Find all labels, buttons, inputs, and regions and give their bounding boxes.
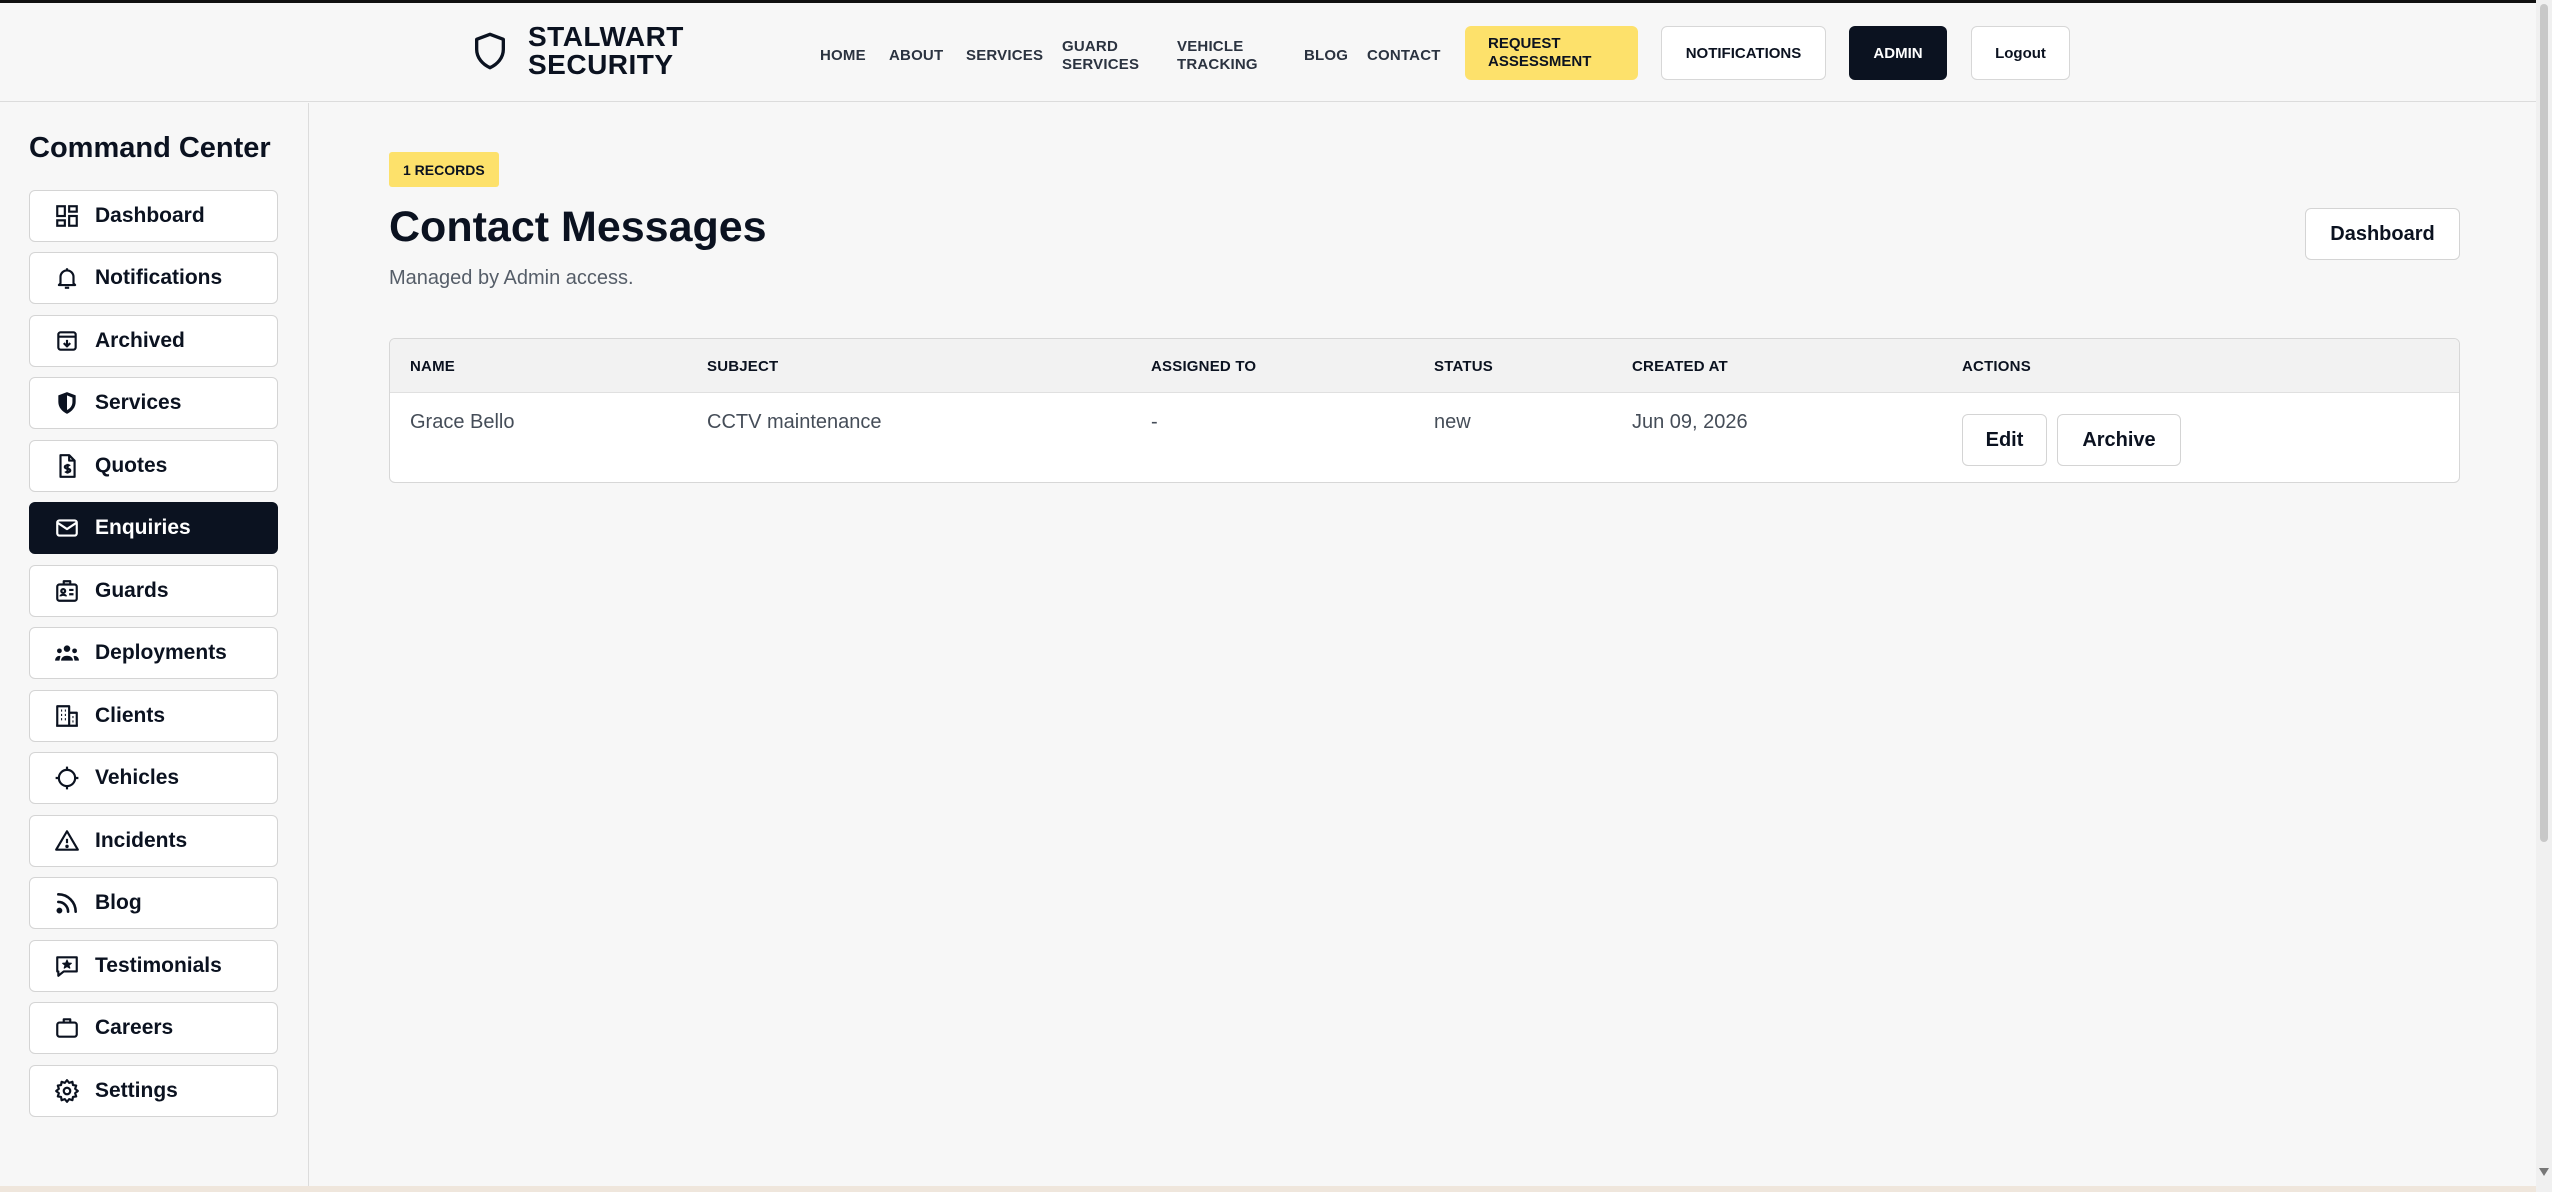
sidebar-item-notifications[interactable]: Notifications [29, 252, 278, 304]
bell-icon [57, 268, 77, 289]
nav-item-services[interactable]: SERVICES [966, 31, 1043, 81]
id-badge-icon [56, 580, 78, 602]
sidebar-item-blog[interactable]: Blog [29, 877, 278, 929]
sidebar-item-label: Guards [95, 579, 169, 602]
cell-status: new [1434, 411, 1471, 433]
sidebar-item-label: Careers [95, 1016, 174, 1039]
edit-button[interactable]: Edit [1962, 414, 2047, 466]
nav-guard-services-link[interactable]: GUARD SERVICES [1062, 38, 1152, 74]
cell-assigned-to: - [1151, 411, 1158, 433]
sidebar-item-quotes[interactable]: Quotes [29, 440, 278, 492]
column-header-assigned-to: ASSIGNED TO [1151, 357, 1257, 375]
page-title: Contact Messages [389, 203, 767, 251]
users-icon [55, 645, 79, 661]
sidebar: Command Center Dashboard Notifications A… [0, 103, 309, 1186]
brand-logo[interactable]: STALWART SECURITY [470, 23, 684, 79]
sidebar-item-label: Notifications [95, 266, 223, 289]
brand-line-2: SECURITY [528, 49, 674, 80]
mail-icon [56, 519, 78, 537]
scroll-down-arrow-icon[interactable] [2539, 1168, 2549, 1176]
warning-icon [55, 830, 79, 851]
cell-name: Grace Bello [410, 411, 515, 433]
sidebar-item-label: Services [95, 391, 182, 414]
shield-icon [58, 392, 76, 414]
nav-vehicle-tracking-link[interactable]: VEHICLE TRACKING [1177, 38, 1267, 74]
sidebar-item-careers[interactable]: Careers [29, 1002, 278, 1054]
sidebar-item-label: Dashboard [95, 204, 205, 227]
archive-icon [57, 331, 77, 351]
sidebar-item-enquiries[interactable]: Enquiries [29, 502, 278, 554]
crosshair-icon [55, 766, 79, 790]
sidebar-item-clients[interactable]: Clients [29, 690, 278, 742]
sidebar-item-label: Archived [95, 329, 185, 352]
sidebar-item-label: Quotes [95, 454, 168, 477]
sidebar-item-vehicles[interactable]: Vehicles [29, 752, 278, 804]
sidebar-item-label: Vehicles [95, 766, 180, 789]
brand-line-1: STALWART [528, 21, 684, 52]
brand-name: STALWART SECURITY [528, 23, 684, 79]
sidebar-item-label: Settings [95, 1079, 178, 1102]
sidebar-item-label: Testimonials [95, 954, 222, 977]
star-message-icon [56, 956, 78, 977]
nav-item-home[interactable]: HOME [820, 31, 866, 81]
sidebar-item-label: Clients [95, 704, 166, 727]
briefcase-icon [56, 1018, 78, 1038]
sidebar-item-deployments[interactable]: Deployments [29, 627, 278, 679]
dashboard-button[interactable]: Dashboard [2305, 208, 2460, 260]
nav-blog-link[interactable]: BLOG [1304, 47, 1348, 65]
page-subtitle: Managed by Admin access. [389, 267, 634, 289]
sidebar-item-label: Enquiries [95, 516, 191, 539]
shield-icon [475, 32, 505, 70]
column-header-name: NAME [410, 357, 455, 375]
nav-item-vehicle-tracking[interactable]: VEHICLE TRACKING [1177, 31, 1267, 81]
sidebar-item-label: Incidents [95, 829, 188, 852]
sidebar-item-guards[interactable]: Guards [29, 565, 278, 617]
page-scrollbar[interactable] [2536, 0, 2552, 1192]
sidebar-item-label: Deployments [95, 641, 227, 664]
column-header-status: STATUS [1434, 357, 1493, 375]
dashboard-icon [56, 205, 78, 227]
sidebar-item-services[interactable]: Services [29, 377, 278, 429]
nav-item-guard-services[interactable]: GUARD SERVICES [1062, 31, 1152, 81]
sidebar-title: Command Center [29, 132, 271, 164]
sidebar-item-testimonials[interactable]: Testimonials [29, 940, 278, 992]
rss-icon [56, 893, 77, 914]
sidebar-item-dashboard[interactable]: Dashboard [29, 190, 278, 242]
logout-button[interactable]: Logout [1971, 26, 2070, 80]
bottom-edge [0, 1186, 2536, 1192]
admin-button[interactable]: ADMIN [1849, 26, 1947, 80]
sidebar-item-label: Blog [95, 891, 142, 914]
nav-home-link[interactable]: HOME [820, 47, 866, 65]
nav-item-contact[interactable]: CONTACT [1367, 31, 1441, 81]
notifications-button[interactable]: NOTIFICATIONS [1661, 26, 1826, 80]
building-icon [56, 705, 78, 727]
archive-button[interactable]: Archive [2057, 414, 2181, 466]
nav-item-blog[interactable]: BLOG [1304, 31, 1348, 81]
nav-about-link[interactable]: ABOUT [889, 47, 943, 65]
records-count-badge: 1 RECORDS [389, 152, 499, 187]
scrollbar-thumb[interactable] [2540, 4, 2548, 842]
nav-item-about[interactable]: ABOUT [889, 31, 943, 81]
messages-table: NAME SUBJECT ASSIGNED TO STATUS CREATED … [389, 338, 2460, 483]
sidebar-item-incidents[interactable]: Incidents [29, 815, 278, 867]
cell-subject: CCTV maintenance [707, 411, 882, 433]
column-header-subject: SUBJECT [707, 357, 779, 375]
column-header-actions: ACTIONS [1962, 357, 2031, 375]
request-assessment-button[interactable]: REQUEST ASSESSMENT [1465, 26, 1638, 80]
column-header-created-at: CREATED AT [1632, 357, 1728, 375]
sidebar-item-archived[interactable]: Archived [29, 315, 278, 367]
nav-services-link[interactable]: SERVICES [966, 47, 1043, 65]
cell-created-at: Jun 09, 2026 [1632, 411, 1748, 433]
sidebar-item-settings[interactable]: Settings [29, 1065, 278, 1117]
gear-icon [55, 1079, 79, 1103]
nav-contact-link[interactable]: CONTACT [1367, 47, 1441, 65]
quote-document-icon [59, 454, 76, 478]
site-header: STALWART SECURITY HOME ABOUT SERVICES GU… [0, 3, 2536, 102]
table-header: NAME SUBJECT ASSIGNED TO STATUS CREATED … [390, 339, 2459, 393]
